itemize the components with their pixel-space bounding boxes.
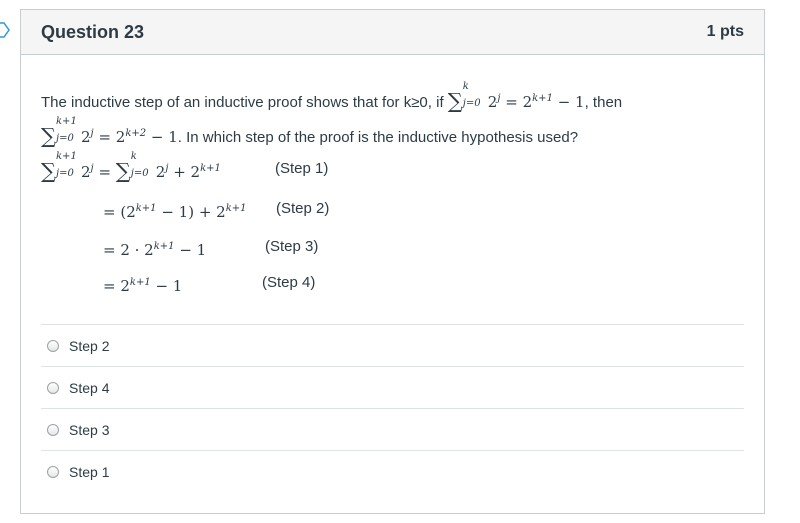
step-1-label: (Step 1)	[275, 160, 329, 177]
step-4-label: (Step 4)	[262, 274, 316, 291]
proof-step-3: = 2 · 2k+1 − 1	[103, 241, 207, 259]
summation-conclusion: ∑ k+1 j=0	[41, 116, 77, 148]
proof-step-1: ∑ k+1 j=0 2j = ∑ k j=0 2j + 2k+1	[41, 151, 221, 183]
question-title: Question 23	[41, 21, 145, 42]
radio-button[interactable]	[47, 465, 59, 478]
question-text-part2: , then	[584, 94, 623, 111]
answer-label[interactable]: Step 4	[69, 380, 109, 396]
answer-label[interactable]: Step 3	[69, 422, 109, 438]
answer-option[interactable]: Step 2	[41, 324, 744, 366]
question-text-part3: . In which step of the proof is the indu…	[177, 129, 579, 146]
summation-hypothesis: ∑ k j=0	[447, 81, 481, 113]
answer-label[interactable]: Step 2	[69, 338, 109, 354]
answer-label[interactable]: Step 1	[69, 464, 109, 480]
question-text-part1: The inductive step of an inductive proof…	[41, 94, 444, 111]
step-2-label: (Step 2)	[276, 200, 330, 217]
question-card: Question 23 1 pts The inductive step of …	[20, 9, 765, 514]
answer-option[interactable]: Step 1	[41, 450, 744, 492]
question-header: Question 23 1 pts	[21, 10, 764, 55]
answer-option[interactable]: Step 4	[41, 366, 744, 408]
answer-list: Step 2 Step 4 Step 3 Step 1	[41, 324, 744, 492]
proof-steps: ∑ k+1 j=0 2j = ∑ k j=0 2j + 2k+1 (Step 1…	[41, 151, 744, 303]
step-3-label: (Step 3)	[265, 238, 319, 255]
radio-button[interactable]	[47, 423, 59, 436]
question-text: The inductive step of an inductive proof…	[41, 81, 623, 148]
question-points: 1 pts	[706, 23, 744, 40]
question-flag-icon[interactable]	[0, 22, 10, 38]
radio-button[interactable]	[47, 381, 59, 394]
proof-step-4: = 2k+1 − 1	[103, 277, 183, 295]
question-body: The inductive step of an inductive proof…	[21, 55, 764, 303]
proof-step-2: = (2k+1 − 1) + 2k+1	[103, 203, 247, 221]
answer-option[interactable]: Step 3	[41, 408, 744, 450]
radio-button[interactable]	[47, 339, 59, 352]
